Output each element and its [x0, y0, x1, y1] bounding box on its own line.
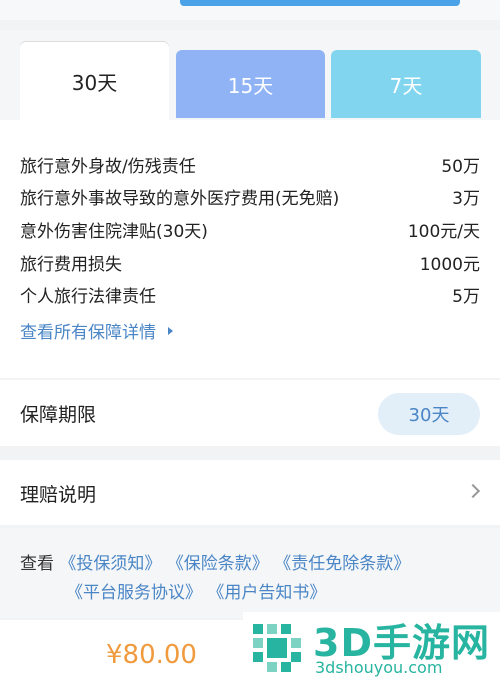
top-bar [0, 0, 500, 20]
coverage-row: 旅行意外事故导致的意外医疗费用(无免赔) 3万 [20, 180, 480, 212]
coverage-value: 50万 [441, 156, 480, 177]
user-notice-link[interactable]: 《用户告知书》 [207, 583, 326, 603]
chevron-right-icon [465, 483, 481, 499]
claims-info-row[interactable]: 理赔说明 [0, 460, 500, 525]
platform-agreement-link[interactable]: 《平台服务协议》 [66, 583, 202, 603]
watermark-url: 3dshouyou.com [315, 658, 443, 677]
coverage-name: 旅行意外身故/伤残责任 [20, 156, 196, 177]
tab-15-days[interactable]: 15天 [176, 50, 325, 118]
coverage-period-row: 保障期限 30天 [0, 380, 500, 446]
coverage-period-selector[interactable]: 30天 [378, 393, 480, 435]
coverage-value: 3万 [452, 188, 480, 209]
coverage-value: 1000元 [419, 254, 480, 275]
terms-line-1: 查看 《投保须知》 《保险条款》 《责任免除条款》 [20, 550, 480, 579]
coverage-row: 意外伤害住院津贴(30天) 100元/天 [20, 213, 480, 245]
terms-line-2: 《平台服务协议》 《用户告知书》 [20, 579, 480, 608]
coverage-row: 个人旅行法律责任 5万 [20, 278, 480, 310]
insurance-clauses-link[interactable]: 《保险条款》 [167, 554, 269, 574]
coverage-name: 意外伤害住院津贴(30天) [20, 221, 208, 242]
coverage-row: 旅行费用损失 1000元 [20, 246, 480, 278]
terms-prefix: 查看 [20, 554, 54, 574]
coverage-row: 旅行意外身故/伤残责任 50万 [20, 148, 480, 180]
site-watermark: 3D手游网 3dshouyou.com [243, 612, 500, 685]
coverage-name: 旅行费用损失 [20, 254, 122, 275]
view-all-coverage-label: 查看所有保障详情 [20, 323, 156, 343]
exclusion-clauses-link[interactable]: 《责任免除条款》 [274, 554, 410, 574]
coverage-value: 100元/天 [407, 221, 480, 242]
terms-links: 查看 《投保须知》 《保险条款》 《责任免除条款》 《平台服务协议》 《用户告知… [0, 528, 500, 618]
coverage-period-label: 保障期限 [20, 404, 97, 426]
tab-7-days[interactable]: 7天 [331, 50, 481, 118]
duration-tabs: 30天 15天 7天 [0, 30, 500, 120]
coverage-name: 个人旅行法律责任 [20, 286, 156, 307]
caret-right-icon [168, 326, 173, 335]
claims-info-label: 理赔说明 [20, 484, 97, 506]
coverage-value: 5万 [452, 286, 480, 307]
view-all-coverage-link[interactable]: 查看所有保障详情 [20, 318, 173, 343]
watermark-logo-icon [253, 624, 301, 672]
insurance-notice-link[interactable]: 《投保须知》 [59, 554, 161, 574]
coverage-panel: 旅行意外身故/伤残责任 50万 旅行意外事故导致的意外医疗费用(无免赔) 3万 … [0, 120, 500, 378]
total-price: ¥80.00 [106, 640, 197, 670]
coverage-name: 旅行意外事故导致的意外医疗费用(无免赔) [20, 188, 340, 209]
tab-30-days[interactable]: 30天 [20, 42, 169, 120]
header-strip [180, 0, 460, 6]
